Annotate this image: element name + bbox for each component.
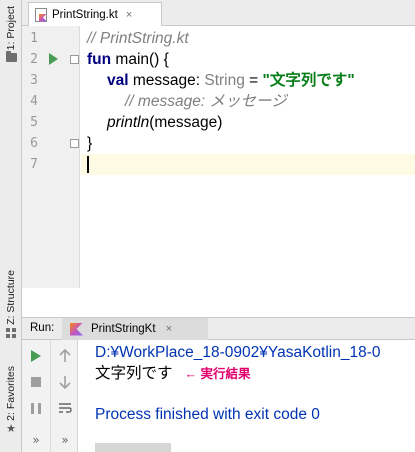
editor-tab-bar: PrintString.kt × [22, 0, 415, 26]
line-number: 4 [30, 94, 38, 109]
toolbar-divider [50, 340, 51, 452]
editor-gutter: 1 2 3 4 5 6 7 [22, 26, 80, 288]
more-icon: » [61, 433, 69, 447]
code-text: main() { [111, 51, 169, 68]
console-output-line: 文字列です ← 実行結果 [95, 364, 251, 384]
arrow-down-icon [59, 376, 71, 389]
editor-tab-label: PrintString.kt [52, 8, 118, 21]
star-icon: ★ [6, 421, 16, 435]
structure-icon [6, 327, 16, 338]
editor-tab-printstring[interactable]: PrintString.kt × [28, 2, 162, 26]
more-button-left[interactable]: » [26, 430, 46, 450]
pause-icon [31, 402, 41, 414]
code-line-1: // PrintString.kt [87, 28, 415, 49]
code-line-5: println(message) [107, 112, 415, 133]
scroll-down-button[interactable] [55, 372, 75, 392]
horizontal-scrollbar[interactable] [95, 443, 171, 452]
structure-tab-label: Z: Structure [5, 270, 17, 325]
favorites-tab-label: 2: Favorites [5, 366, 17, 421]
current-line-highlight [81, 154, 415, 175]
more-button-right[interactable]: » [55, 430, 75, 450]
code-string: "文字列です" [262, 72, 355, 89]
stop-button[interactable] [26, 372, 46, 392]
code-type: String [204, 72, 245, 89]
code-comment: // PrintString.kt [87, 30, 189, 47]
tool-window-stripe: 1: Project Z: Structure 2: Favorites ★ [0, 0, 22, 452]
result-annotation: ← 実行結果 [184, 367, 251, 381]
close-icon[interactable]: × [166, 323, 172, 335]
line-number: 5 [30, 115, 38, 130]
project-tool-tab[interactable]: 1: Project [2, 6, 20, 63]
console-output-text: 文字列です [95, 365, 173, 382]
line-number: 2 [30, 52, 38, 67]
close-icon[interactable]: × [126, 9, 132, 21]
code-editor[interactable]: // PrintString.kt fun main() { val messa… [81, 26, 415, 288]
more-icon: » [32, 433, 40, 447]
run-icon [31, 350, 41, 362]
run-label: Run: [30, 322, 55, 334]
code-line-3: val message: String = "文字列です" [107, 70, 415, 91]
project-tab-label: 1: Project [5, 6, 17, 51]
console-exit-line: Process finished with exit code 0 [95, 406, 320, 423]
folder-icon [5, 51, 17, 63]
code-line-2: fun main() { [87, 49, 415, 70]
code-text: (message) [149, 114, 223, 131]
fold-marker-icon[interactable] [70, 139, 79, 148]
code-keyword: fun [87, 51, 112, 68]
kotlin-icon [70, 322, 83, 336]
code-text: } [87, 135, 93, 152]
structure-tool-tab[interactable]: Z: Structure [2, 270, 20, 338]
run-gutter-icon[interactable] [49, 53, 58, 65]
arrow-up-icon [59, 349, 71, 362]
pause-button[interactable] [26, 398, 46, 418]
code-text: = [244, 72, 263, 89]
console-command-line: D:¥WorkPlace_18-0902¥YasaKotlin_18-0 [95, 344, 381, 361]
fold-marker-icon[interactable] [70, 55, 79, 64]
kotlin-file-icon [35, 7, 47, 22]
line-number: 7 [30, 157, 38, 172]
run-tool-window-header: Run: PrintStringKt × [22, 317, 415, 340]
soft-wrap-icon [59, 403, 72, 413]
code-line-4: // message: メッセージ [125, 91, 415, 112]
code-comment: // message: メッセージ [125, 93, 287, 110]
text-caret [87, 156, 89, 173]
scroll-up-button[interactable] [55, 346, 75, 366]
code-line-6: } [87, 133, 415, 154]
line-number: 1 [30, 31, 38, 46]
run-console[interactable]: D:¥WorkPlace_18-0902¥YasaKotlin_18-0 文字列… [79, 340, 415, 452]
code-text: message: [128, 72, 205, 89]
line-number: 3 [30, 73, 38, 88]
stop-icon [31, 377, 41, 387]
run-tab-printstringkt[interactable]: PrintStringKt × [62, 318, 208, 340]
line-number: 6 [30, 136, 38, 151]
code-keyword: val [107, 72, 129, 89]
soft-wrap-button[interactable] [55, 398, 75, 418]
code-function: println [107, 114, 150, 131]
run-tab-label: PrintStringKt [91, 323, 156, 335]
favorites-tool-tab[interactable]: 2: Favorites ★ [2, 366, 20, 435]
run-toolbar: » » [22, 340, 78, 452]
rerun-button[interactable] [26, 346, 46, 366]
